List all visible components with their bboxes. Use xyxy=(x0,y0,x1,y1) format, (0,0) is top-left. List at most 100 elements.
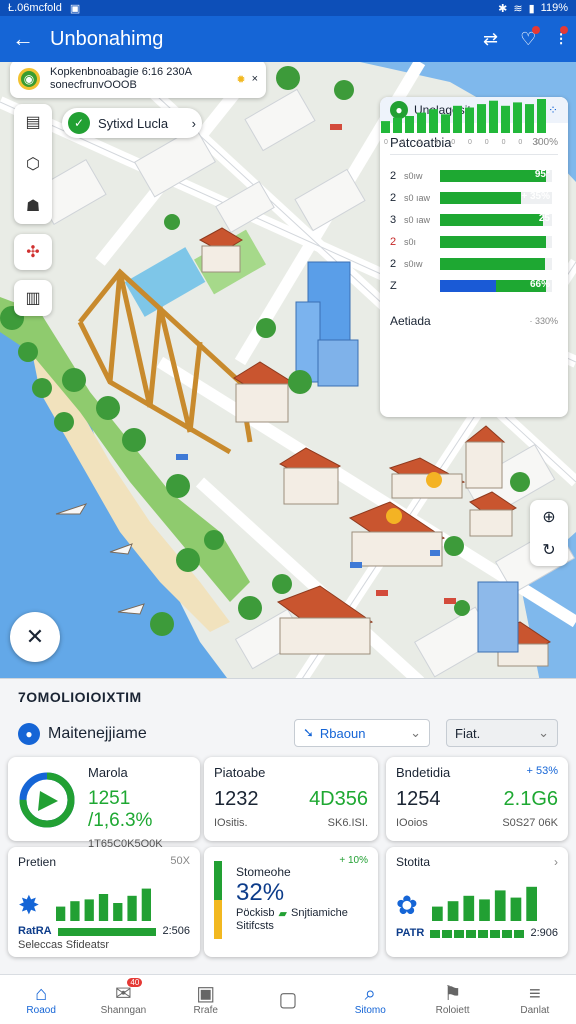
panel-row: 2 s0ıw 95° xyxy=(390,165,558,187)
mini-card-2[interactable]: Stomeohe + 10% 32% Pöckisb ▰ Snjtiamiche… xyxy=(204,847,378,957)
nav-count-badge: 40 xyxy=(127,978,143,987)
sun-icon: ✹ xyxy=(236,73,246,86)
more-options-icon[interactable]: ⁝ xyxy=(558,25,568,50)
spark-bar xyxy=(489,100,498,133)
nav-item-5[interactable]: ⌕ Sitomo xyxy=(329,975,411,1024)
person-icon[interactable]: ☗ xyxy=(14,188,52,224)
analytics-panel: ● Unolagesit ⁘ Patcoatbia 300% 2 s0ıw 95° 2… xyxy=(380,97,568,417)
row-bar: + 35% xyxy=(440,191,552,204)
panel-row: Z 66% xyxy=(390,275,558,297)
row-number: 3 xyxy=(390,214,397,226)
layer-pill[interactable]: ✓ Sytixd Lucla › xyxy=(62,108,202,138)
locate-icon[interactable]: ⊕ xyxy=(542,507,555,527)
badge-icon: ✸ xyxy=(18,890,40,920)
status-time: Ł.06mcfold xyxy=(8,2,62,14)
mini1-bar-chart xyxy=(55,888,151,921)
mini2-label: Stomeohe xyxy=(236,865,291,879)
flag-icon: ⚑ xyxy=(443,983,462,1005)
info-icon: ● xyxy=(18,723,40,745)
nav-label: Roloiett xyxy=(435,1005,470,1016)
layers-fab[interactable]: ✕ xyxy=(10,612,60,662)
spark-bar xyxy=(465,107,474,133)
bookmark-icon[interactable]: ▥ xyxy=(14,280,52,316)
spark-bar xyxy=(441,114,450,133)
spark-bar xyxy=(405,116,414,133)
map-tools: ▤ ⬡ ☗ ✣ ▥ xyxy=(14,104,52,326)
favorite-icon[interactable]: ♡ xyxy=(520,25,541,50)
mini-card-3[interactable]: Stotita › ✿ PATR 2:906 xyxy=(386,847,568,957)
chat-icon: ▰ xyxy=(278,908,287,920)
map-view[interactable]: ◉ Kopkenbnoabagie 6:16 230A sonecfrunvOO… xyxy=(0,62,576,682)
chevron-down-icon: ⌄ xyxy=(538,725,549,740)
stat-card-1[interactable]: Marola 1251 /1,6.3% 1T65C0K5O0K xyxy=(8,757,200,850)
nav-item-2[interactable]: ✉ Shanngan 40 xyxy=(82,975,164,1024)
filter-select[interactable]: ➘ Rbaoun ⌄ xyxy=(294,719,430,747)
stat3-sub-a: IOoios xyxy=(396,817,428,829)
app-bar: ← Unbonahimg ⇄ ♡ ⁝ xyxy=(0,16,576,62)
map-pin xyxy=(386,508,402,524)
spark-bar xyxy=(501,105,510,133)
spark-tick-label: 0 xyxy=(451,139,455,146)
mini1-foot-label: RatRA xyxy=(18,925,52,937)
row-bar: 95° xyxy=(440,169,552,182)
stat-card-3[interactable]: Bndetidia + 53% 1254 2.1G6 IOoios S0S27 … xyxy=(386,757,568,841)
spark-tick-label: 0 xyxy=(434,139,438,146)
signal-icon: ▮ xyxy=(528,2,535,15)
stat-card-2[interactable]: Piatoabe 1232 4D356 IOsitis. SK6.ISI. xyxy=(204,757,378,841)
dashboard-subtitle: Maitenejjiame xyxy=(48,725,147,742)
route-icon[interactable]: ⇄ xyxy=(483,29,498,50)
bus-icon[interactable]: ▤ xyxy=(14,104,52,140)
expand-icon[interactable]: ⁘ xyxy=(548,103,558,117)
panel-row: 2 s0ıw xyxy=(390,253,558,275)
spark-bar xyxy=(513,102,522,133)
spark-tick-label: 0 xyxy=(468,139,472,146)
back-arrow-icon[interactable]: ← xyxy=(12,26,34,52)
mini1-progress xyxy=(57,928,157,936)
mini3-foot-value: 2:906 xyxy=(530,927,558,939)
filter-select-value: Rbaoun xyxy=(319,725,366,741)
refresh-icon[interactable]: ↻ xyxy=(542,540,555,560)
mini-bar xyxy=(98,894,108,921)
mini1-label: Pretien xyxy=(18,855,57,869)
nav-item-4[interactable]: ▢ xyxy=(247,975,329,1024)
row-number: 2 xyxy=(390,170,397,182)
mini-bar xyxy=(447,901,459,921)
compass-icon[interactable]: ✣ xyxy=(14,234,52,270)
map-icon: ▣ xyxy=(196,983,216,1005)
mini2-level-bar xyxy=(214,861,222,939)
eco-badge-icon: ✿ xyxy=(396,890,418,920)
period-select[interactable]: Fiat. ⌄ xyxy=(446,719,558,747)
bottom-nav: ⌂ Roaod ✉ Shanngan 40 ▣ Rrafe ▢ ⌕ Sitomo ⚑ Roloiett… xyxy=(0,974,576,1024)
notification-card[interactable]: ◉ Kopkenbnoabagie 6:16 230A sonecfrunvOO… xyxy=(10,62,266,98)
nav-item-1[interactable]: ⌂ Roaod xyxy=(0,975,82,1024)
stat3-value-a: 1254 xyxy=(396,788,441,810)
nav-item-6[interactable]: ⚑ Roloiett xyxy=(411,975,493,1024)
row-number: 2 xyxy=(390,258,397,270)
row-value: 66% xyxy=(529,279,550,290)
app-logo-icon: ◉ xyxy=(18,68,40,90)
panel-bar-sparkline: 0 0 0 0 0 0 0 0 0 0 xyxy=(381,99,546,146)
row-label: s0ı xyxy=(404,237,417,247)
mini-card-1[interactable]: Pretien 50X ✸ RatRA 2:506 Seleccas Sfide… xyxy=(8,847,200,957)
spark-tick-label: 0 xyxy=(485,139,489,146)
route-small-icon: ➘ xyxy=(303,725,314,740)
spark-bar xyxy=(381,121,390,133)
stat2-sub-b: SK6.ISI. xyxy=(327,817,368,829)
nav-item-3[interactable]: ▣ Rrafe xyxy=(165,975,247,1024)
nav-item-7[interactable]: ≡ Danlat xyxy=(494,975,576,1024)
spark-tick-label: 0 xyxy=(502,139,506,146)
stat3-sub-b: S0S27 06K xyxy=(502,817,558,829)
spark-bar xyxy=(417,112,426,133)
mini2-line1: Pöckisb xyxy=(236,907,275,919)
notification-line1: Kopkenbnoabagie 6:16 230A xyxy=(50,66,192,78)
cube-icon[interactable]: ⬡ xyxy=(14,146,52,182)
mini-bar xyxy=(84,899,94,921)
close-icon[interactable]: × xyxy=(252,73,258,85)
mini-bar xyxy=(127,895,137,921)
mini-bar xyxy=(141,888,151,921)
section2-value: · 330% xyxy=(529,316,558,326)
mini3-chevron-icon[interactable]: › xyxy=(554,855,558,869)
bluetooth-icon: ✱ xyxy=(498,2,508,15)
nav-label: Rrafe xyxy=(193,1005,218,1016)
notification-icon: ▣ xyxy=(69,2,81,15)
